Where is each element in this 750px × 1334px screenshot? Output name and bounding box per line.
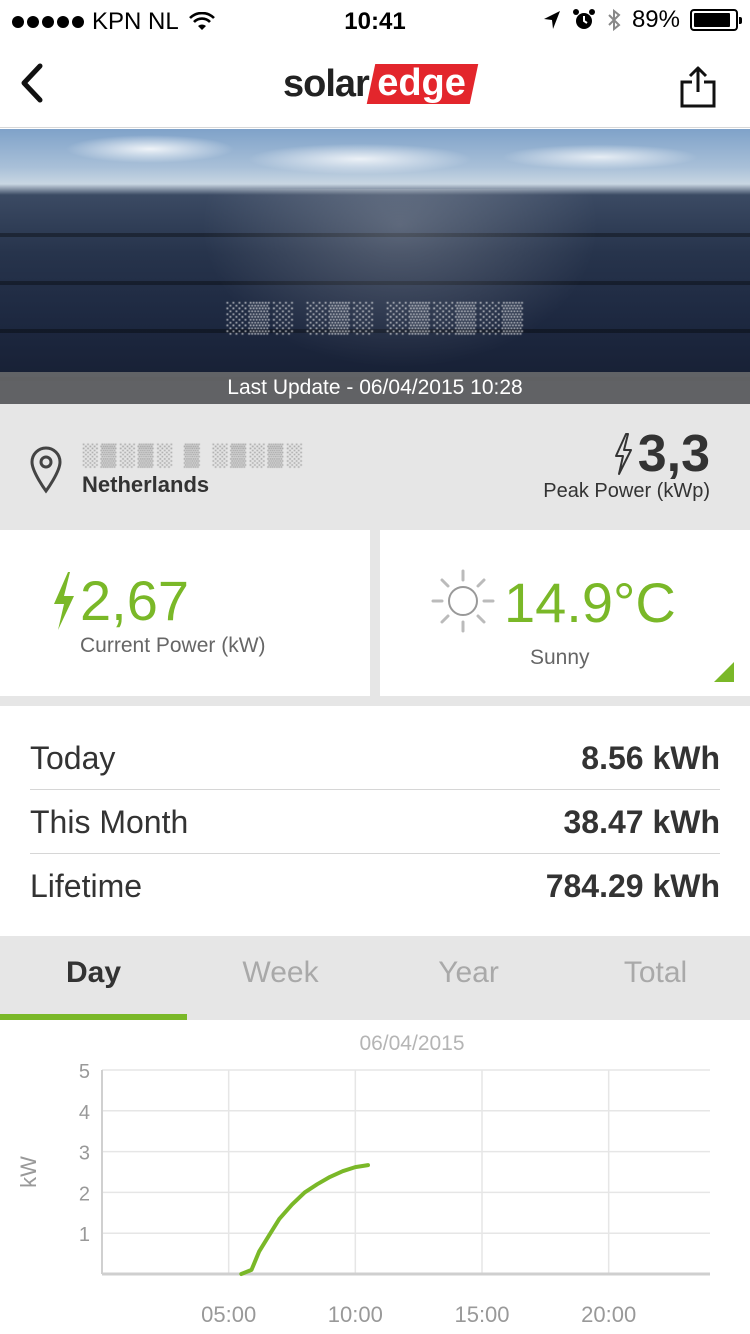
site-name: ░▒░ ░▒░ ░▒░▒░▒ bbox=[225, 301, 525, 334]
x-tick-label: 20:00 bbox=[581, 1302, 636, 1327]
peak-power-value: 3,3 bbox=[637, 425, 710, 483]
energy-row-this-month: This Month 38.47 kWh bbox=[30, 790, 720, 854]
period-tabs: Day Week Year Total bbox=[0, 936, 750, 1020]
current-power-label: Current Power (kW) bbox=[80, 634, 266, 657]
y-tick-label: 1 bbox=[79, 1224, 90, 1246]
y-tick-label: 4 bbox=[79, 1102, 90, 1124]
y-axis-label: kW bbox=[16, 1156, 41, 1188]
current-power-value: 2,67 bbox=[80, 569, 189, 632]
tab-day[interactable]: Day bbox=[0, 936, 187, 1020]
y-tick-label: 2 bbox=[79, 1183, 90, 1205]
production-chart-svg: 06/04/2015 1 2 3 4 5 05:00 10:00 15:00 20:00 kW bbox=[16, 1032, 710, 1327]
more-indicator-icon bbox=[714, 662, 734, 682]
x-tick-label: 10:00 bbox=[328, 1302, 383, 1327]
summary-tiles: 2,67 Current Power (kW) 14.9°C Sunny bbox=[0, 530, 750, 706]
peak-power-label: Peak Power (kWp) bbox=[543, 480, 710, 502]
y-tick-label: 3 bbox=[79, 1143, 90, 1165]
energy-row-today: Today 8.56 kWh bbox=[30, 726, 720, 790]
weather-tile[interactable]: 14.9°C Sunny bbox=[380, 530, 750, 696]
weather-description: Sunny bbox=[530, 646, 590, 669]
site-info-band: ░▒░▒░ ▒ ░▒░▒░ Netherlands 3,3 Peak Power… bbox=[0, 404, 750, 530]
tab-year[interactable]: Year bbox=[375, 936, 562, 1020]
energy-row-lifetime: Lifetime 784.29 kWh bbox=[30, 868, 720, 904]
tab-week[interactable]: Week bbox=[187, 936, 374, 1020]
production-chart: 06/04/2015 1 2 3 4 5 05:00 10:00 15:00 20:00 kW bbox=[0, 1020, 750, 1334]
battery-icon bbox=[690, 9, 742, 31]
battery-percent: 89% bbox=[631, 6, 680, 33]
current-power-tile: 2,67 Current Power (kW) bbox=[0, 530, 370, 696]
x-tick-label: 15:00 bbox=[454, 1302, 509, 1327]
alarm-icon bbox=[572, 9, 595, 29]
location-arrow-icon bbox=[543, 11, 560, 29]
energy-summary: Today 8.56 kWh This Month 38.47 kWh Life… bbox=[0, 706, 750, 936]
share-button[interactable] bbox=[678, 64, 718, 108]
site-hero-image: ░▒░ ░▒░ ░▒░▒░▒ Last Update - 06/04/2015 … bbox=[0, 129, 750, 404]
weather-temperature: 14.9°C bbox=[504, 571, 676, 634]
x-tick-label: 05:00 bbox=[201, 1302, 256, 1327]
lightning-icon bbox=[614, 433, 632, 475]
back-button[interactable] bbox=[14, 58, 54, 108]
peak-power: 3,3 bbox=[612, 424, 710, 484]
last-update-banner: Last Update - 06/04/2015 10:28 bbox=[0, 372, 750, 404]
tab-total[interactable]: Total bbox=[562, 936, 749, 1020]
status-bar: KPN NL 10:41 89% bbox=[0, 0, 750, 40]
bluetooth-icon bbox=[608, 8, 621, 32]
nav-bar: solar edge bbox=[0, 40, 750, 128]
y-tick-label: 5 bbox=[79, 1061, 90, 1083]
location-pin-icon bbox=[30, 446, 62, 494]
sun-icon bbox=[431, 569, 495, 633]
chart-title: 06/04/2015 bbox=[359, 1032, 464, 1055]
site-country: Netherlands bbox=[82, 472, 210, 497]
solaredge-logo: solar edge bbox=[283, 62, 478, 106]
lightning-icon bbox=[54, 572, 74, 630]
series-line-0 bbox=[239, 1163, 370, 1276]
site-address: ░▒░▒░ ▒ ░▒░▒░ bbox=[82, 442, 305, 467]
